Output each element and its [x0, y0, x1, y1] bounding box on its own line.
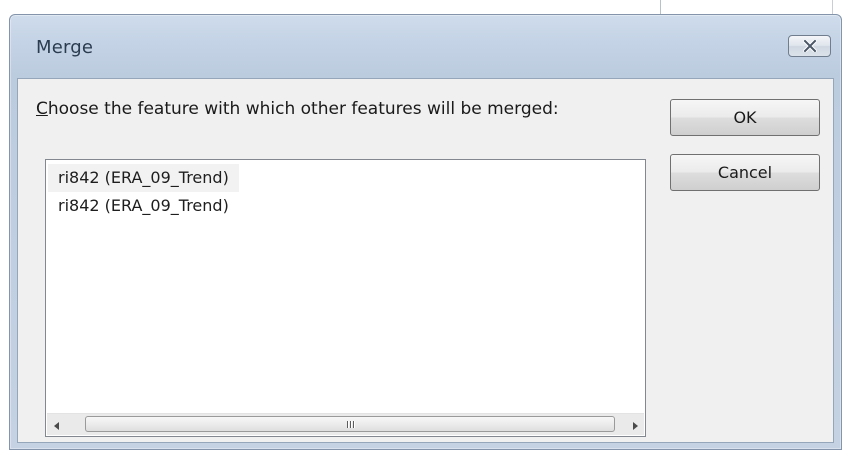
scroll-grip-icon	[346, 420, 354, 428]
close-x-icon	[801, 37, 818, 56]
triangle-right-icon	[632, 415, 638, 434]
scroll-thumb[interactable]	[85, 416, 615, 432]
ok-button[interactable]: OK	[670, 99, 820, 136]
close-button[interactable]	[788, 35, 831, 57]
background-window-edge	[660, 0, 669, 14]
dialog-client-area: Choose the feature with which other feat…	[17, 78, 834, 443]
prompt-label: Choose the feature with which other feat…	[36, 99, 559, 119]
prompt-mnemonic: C	[36, 99, 48, 119]
cancel-button[interactable]: Cancel	[670, 154, 820, 191]
scroll-left-button[interactable]	[47, 414, 66, 435]
background-window-edge	[832, 0, 833, 14]
prompt-text: hoose the feature with which other featu…	[47, 99, 559, 119]
list-item[interactable]: ri842 (ERA_09_Trend)	[48, 192, 239, 220]
merge-dialog: Merge Choose the feature with which othe…	[9, 14, 842, 450]
list-item[interactable]: ri842 (ERA_09_Trend)	[48, 164, 239, 192]
scroll-right-button[interactable]	[625, 414, 644, 435]
feature-list[interactable]: ri842 (ERA_09_Trend) ri842 (ERA_09_Trend…	[45, 159, 646, 437]
triangle-left-icon	[53, 415, 60, 434]
dialog-title: Merge	[36, 37, 94, 58]
feature-list-items: ri842 (ERA_09_Trend) ri842 (ERA_09_Trend…	[48, 164, 643, 220]
horizontal-scrollbar[interactable]	[47, 413, 644, 435]
